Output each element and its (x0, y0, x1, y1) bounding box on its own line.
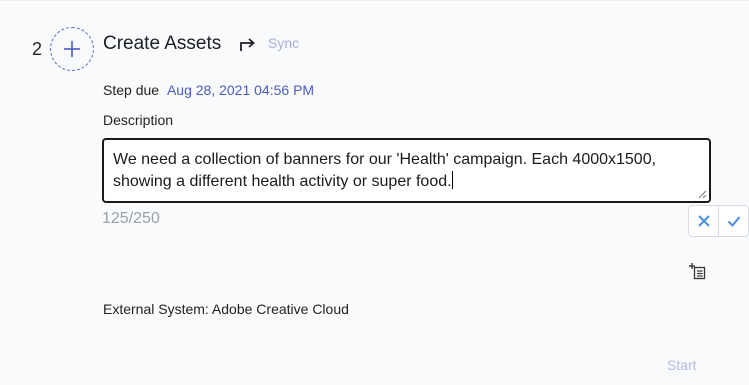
character-count: 125/250 (102, 210, 160, 227)
start-button[interactable]: Start (667, 357, 697, 373)
add-text-icon[interactable] (688, 262, 706, 280)
confirm-button[interactable] (718, 206, 748, 236)
step-number: 2 (32, 39, 43, 59)
text-caret (451, 171, 453, 189)
plus-icon (64, 41, 80, 57)
description-textarea[interactable]: We need a collection of banners for our … (102, 138, 711, 203)
sync-link[interactable]: Sync (268, 35, 299, 51)
redo-arrow-icon[interactable] (238, 35, 258, 53)
close-icon (697, 215, 710, 227)
top-divider (0, 0, 749, 1)
edit-actions (688, 205, 749, 237)
step-title: Create Assets (103, 33, 222, 54)
description-label: Description (103, 112, 174, 128)
cancel-button[interactable] (689, 206, 718, 236)
description-text[interactable]: We need a collection of banners for our … (113, 151, 656, 190)
add-step-button[interactable] (50, 27, 94, 71)
check-icon (727, 216, 740, 227)
step-due-value[interactable]: Aug 28, 2021 04:56 PM (167, 82, 314, 98)
step-due-label: Step due (103, 82, 160, 98)
step-due: Step due Aug 28, 2021 04:56 PM (103, 82, 314, 98)
external-system: External System: Adobe Creative Cloud (103, 301, 349, 317)
resize-grip-icon[interactable] (698, 190, 707, 199)
